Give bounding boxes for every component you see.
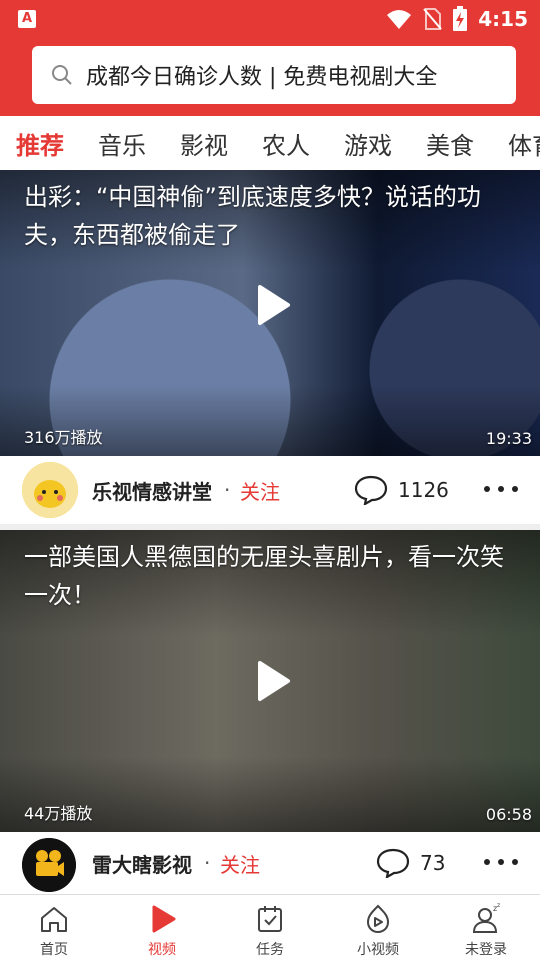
play-count: 316万播放 xyxy=(24,428,103,447)
video-info-bar: 雷大瞎影视 · 关注 73 xyxy=(0,832,540,894)
author-name[interactable]: 雷大瞎影视 xyxy=(92,849,192,878)
follow-button[interactable]: 关注 xyxy=(240,476,280,505)
play-icon[interactable] xyxy=(248,658,294,704)
nav-label: 首页 xyxy=(40,942,68,958)
bottom-navigation: 首页 视频 任务 小视频 z z 未登录 xyxy=(0,894,540,960)
more-options-icon[interactable] xyxy=(484,486,518,494)
tab-recommend[interactable]: 推荐 xyxy=(16,126,64,161)
follow-button[interactable]: 关注 xyxy=(220,849,260,878)
nav-label: 任务 xyxy=(256,942,284,958)
svg-text:z: z xyxy=(497,903,500,909)
search-query: 成都今日确诊人数 | 免费电视剧大全 xyxy=(86,65,438,90)
video-duration: 06:58 xyxy=(485,805,532,824)
status-bar: A 4:15 xyxy=(0,0,540,38)
clock: 4:15 xyxy=(478,7,528,31)
user-sleep-icon: z z xyxy=(472,903,500,933)
play-count: 44万播放 xyxy=(24,804,93,823)
home-icon xyxy=(41,907,67,932)
comment-count: 1126 xyxy=(398,478,449,502)
search-bar[interactable]: 成都今日确诊人数 | 免费电视剧大全 xyxy=(32,46,516,104)
video-info-bar: 乐视情感讲堂 · 关注 1126 xyxy=(0,456,540,524)
video-play-icon xyxy=(152,905,176,933)
short-video-icon xyxy=(366,904,390,934)
author-name[interactable]: 乐视情感讲堂 xyxy=(92,476,212,505)
more-options-icon[interactable] xyxy=(484,859,518,867)
tab-farmer[interactable]: 农人 xyxy=(262,126,310,161)
nav-home[interactable]: 首页 xyxy=(0,895,108,961)
video-duration: 19:33 xyxy=(485,429,532,448)
avatar[interactable] xyxy=(22,462,78,518)
task-icon xyxy=(258,906,282,932)
nav-tasks[interactable]: 任务 xyxy=(216,895,324,961)
tab-film[interactable]: 影视 xyxy=(180,126,228,161)
separator-dot: · xyxy=(224,478,231,502)
video-title[interactable]: 一部美国人黑德国的无厘头喜剧片，看一次笑一次！ xyxy=(24,538,514,614)
comment-icon[interactable] xyxy=(376,848,410,878)
nav-label: 小视频 xyxy=(357,942,399,958)
tab-food[interactable]: 美食 xyxy=(426,126,474,161)
nav-label: 未登录 xyxy=(465,942,507,958)
category-tabs: 推荐 音乐 影视 农人 游戏 美食 体育 xyxy=(0,116,540,170)
comment-count: 73 xyxy=(420,851,446,875)
app-notification-icon: A xyxy=(18,10,36,28)
no-sim-icon xyxy=(423,8,443,30)
avatar[interactable] xyxy=(22,838,76,892)
header: 成都今日确诊人数 | 免费电视剧大全 xyxy=(0,38,540,116)
separator-dot: · xyxy=(204,851,211,875)
video-title[interactable]: 出彩：“中国神偷”到底速度多快？说话的功夫，东西都被偷走了 xyxy=(24,178,514,254)
tab-games[interactable]: 游戏 xyxy=(344,126,392,161)
battery-charging-icon xyxy=(453,6,468,31)
comment-icon[interactable] xyxy=(354,475,388,505)
video-thumbnail[interactable]: 出彩：“中国神偷”到底速度多快？说话的功夫，东西都被偷走了 316万播放 19:… xyxy=(0,170,540,456)
nav-short-video[interactable]: 小视频 xyxy=(324,895,432,961)
tab-music[interactable]: 音乐 xyxy=(98,126,146,161)
nav-video[interactable]: 视频 xyxy=(108,895,216,961)
play-icon[interactable] xyxy=(248,282,294,328)
video-thumbnail[interactable]: 一部美国人黑德国的无厘头喜剧片，看一次笑一次！ 44万播放 06:58 xyxy=(0,530,540,832)
tab-sports[interactable]: 体育 xyxy=(508,126,540,161)
search-icon xyxy=(52,65,72,85)
wifi-icon xyxy=(387,10,412,29)
nav-login[interactable]: z z 未登录 xyxy=(432,895,540,961)
nav-label: 视频 xyxy=(148,942,176,958)
